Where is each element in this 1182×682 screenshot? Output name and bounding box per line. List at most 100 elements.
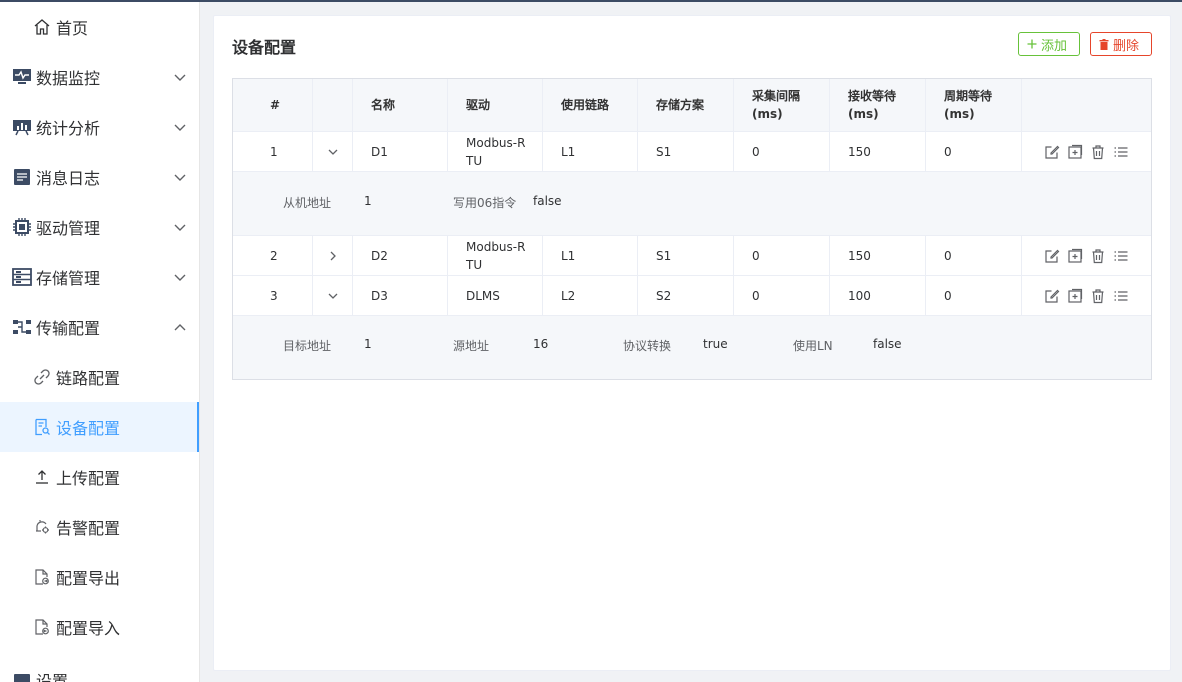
row-recv-wait: 100 bbox=[830, 276, 926, 315]
detail-key: 协议转换 bbox=[623, 339, 672, 353]
row-driver: Modbus-R TU bbox=[448, 236, 543, 275]
sidebar-item-label: 设置 bbox=[36, 672, 69, 682]
header-actions bbox=[1022, 79, 1151, 131]
list-icon[interactable] bbox=[1113, 288, 1129, 304]
monitor-icon bbox=[12, 67, 32, 87]
trash-icon[interactable] bbox=[1090, 288, 1106, 304]
bell-gear-icon bbox=[32, 517, 52, 537]
edit-icon[interactable] bbox=[1044, 144, 1060, 160]
sidebar-item-storage[interactable]: 存储管理 bbox=[0, 252, 199, 302]
chevron-down-icon bbox=[174, 274, 186, 281]
row-storage: S1 bbox=[638, 236, 734, 275]
chevron-down-icon bbox=[328, 293, 338, 299]
sidebar-item-home[interactable]: 首页 bbox=[0, 2, 199, 52]
row-recv-wait: 150 bbox=[830, 132, 926, 171]
file-import-icon bbox=[32, 617, 52, 637]
table-row: 3 D3 DLMS L2 S2 0 100 0 bbox=[233, 276, 1151, 316]
table-row: 1 D1 Modbus-R TU L1 S1 0 150 0 bbox=[233, 132, 1151, 172]
delete-button-label: 删除 bbox=[1113, 38, 1140, 54]
detail-key: 源地址 bbox=[453, 339, 490, 353]
upload-icon bbox=[32, 467, 52, 487]
table-header: # 名称 驱动 使用链路 存储方案 采集间隔 (ms) 接收等待 (ms) 周期… bbox=[233, 79, 1151, 132]
add-button-label: 添加 bbox=[1041, 38, 1068, 54]
sidebar-item-config-export[interactable]: 配置导出 bbox=[0, 552, 199, 602]
sidebar-item-label: 上传配置 bbox=[56, 469, 121, 488]
header-index: # bbox=[233, 79, 313, 131]
sidebar-item-label: 存储管理 bbox=[36, 269, 101, 288]
sidebar-item-label: 配置导入 bbox=[56, 619, 121, 638]
list-icon[interactable] bbox=[1113, 248, 1129, 264]
row-name: D3 bbox=[353, 276, 448, 315]
trash-icon bbox=[1099, 38, 1109, 50]
sidebar-item-alarm-config[interactable]: 告警配置 bbox=[0, 502, 199, 552]
sidebar-item-label: 首页 bbox=[56, 19, 89, 38]
sidebar-item-label: 消息日志 bbox=[36, 169, 101, 188]
sidebar-item-monitor[interactable]: 数据监控 bbox=[0, 52, 199, 102]
detail-key: 目标地址 bbox=[283, 339, 332, 353]
chip-icon bbox=[12, 217, 32, 237]
header-name: 名称 bbox=[353, 79, 448, 131]
sidebar-item-label: 链路配置 bbox=[56, 369, 121, 388]
settings-icon bbox=[12, 672, 32, 682]
chevron-down-icon bbox=[174, 224, 186, 231]
sidebar-item-logs[interactable]: 消息日志 bbox=[0, 152, 199, 202]
detail-value: 1 bbox=[364, 194, 372, 208]
expand-toggle[interactable] bbox=[313, 236, 353, 275]
delete-button[interactable]: 删除 bbox=[1090, 32, 1152, 56]
edit-icon[interactable] bbox=[1044, 248, 1060, 264]
main-panel: 设备配置 添加 删除 # 名称 驱动 使用链路 存储方案 采集间隔 (ms) 接… bbox=[213, 15, 1171, 671]
row-interval: 0 bbox=[734, 236, 830, 275]
row-driver: DLMS bbox=[448, 276, 543, 315]
sidebar-item-settings[interactable]: 设置 bbox=[0, 652, 199, 682]
row-name: D1 bbox=[353, 132, 448, 171]
copy-icon[interactable] bbox=[1067, 288, 1083, 304]
chevron-down-icon bbox=[174, 174, 186, 181]
sidebar-item-upload-config[interactable]: 上传配置 bbox=[0, 452, 199, 502]
add-button[interactable]: 添加 bbox=[1018, 32, 1080, 56]
row-link: L1 bbox=[543, 132, 638, 171]
row-index: 3 bbox=[233, 276, 313, 315]
expand-toggle[interactable] bbox=[313, 276, 353, 315]
sidebar-item-config-import[interactable]: 配置导入 bbox=[0, 602, 199, 652]
sidebar-item-label: 传输配置 bbox=[36, 319, 101, 338]
detail-value: true bbox=[703, 337, 728, 351]
header-link: 使用链路 bbox=[543, 79, 638, 131]
edit-icon[interactable] bbox=[1044, 288, 1060, 304]
sidebar-item-label: 告警配置 bbox=[56, 519, 121, 538]
sidebar-item-drivers[interactable]: 驱动管理 bbox=[0, 202, 199, 252]
row-storage: S2 bbox=[638, 276, 734, 315]
detail-key: 从机地址 bbox=[283, 196, 332, 210]
sidebar-item-device-config[interactable]: 设备配置 bbox=[0, 402, 199, 452]
row-index: 1 bbox=[233, 132, 313, 171]
link-icon bbox=[32, 367, 52, 387]
row-name: D2 bbox=[353, 236, 448, 275]
chevron-right-icon bbox=[330, 251, 336, 260]
sidebar-item-stats[interactable]: 统计分析 bbox=[0, 102, 199, 152]
row-actions bbox=[1022, 236, 1151, 275]
sidebar: 首页 数据监控 统计分析 消息日志 驱动管理 存储管理 传输配置 链路配置 设备… bbox=[0, 2, 200, 682]
sidebar-item-transfer[interactable]: 传输配置 bbox=[0, 302, 199, 352]
log-icon bbox=[12, 167, 32, 187]
row-link: L2 bbox=[543, 276, 638, 315]
sidebar-item-link-config[interactable]: 链路配置 bbox=[0, 352, 199, 402]
file-export-icon bbox=[32, 567, 52, 587]
copy-icon[interactable] bbox=[1067, 248, 1083, 264]
sidebar-item-label: 数据监控 bbox=[36, 69, 101, 88]
detail-value: 1 bbox=[364, 337, 372, 351]
chevron-down-icon bbox=[328, 149, 338, 155]
row-expand-details: 从机地址 1 写用06指令 false bbox=[233, 172, 1151, 236]
row-driver: Modbus-R TU bbox=[448, 132, 543, 171]
sidebar-item-label: 设备配置 bbox=[56, 419, 121, 438]
list-icon[interactable] bbox=[1113, 144, 1129, 160]
trash-icon[interactable] bbox=[1090, 248, 1106, 264]
copy-icon[interactable] bbox=[1067, 144, 1083, 160]
home-icon bbox=[32, 17, 52, 37]
transfer-icon bbox=[12, 317, 32, 337]
expand-toggle[interactable] bbox=[313, 132, 353, 171]
row-cycle-wait: 0 bbox=[926, 276, 1022, 315]
header-recv-wait: 接收等待 (ms) bbox=[830, 79, 926, 131]
device-table: # 名称 驱动 使用链路 存储方案 采集间隔 (ms) 接收等待 (ms) 周期… bbox=[232, 78, 1152, 380]
row-recv-wait: 150 bbox=[830, 236, 926, 275]
device-doc-icon bbox=[32, 417, 52, 437]
trash-icon[interactable] bbox=[1090, 144, 1106, 160]
